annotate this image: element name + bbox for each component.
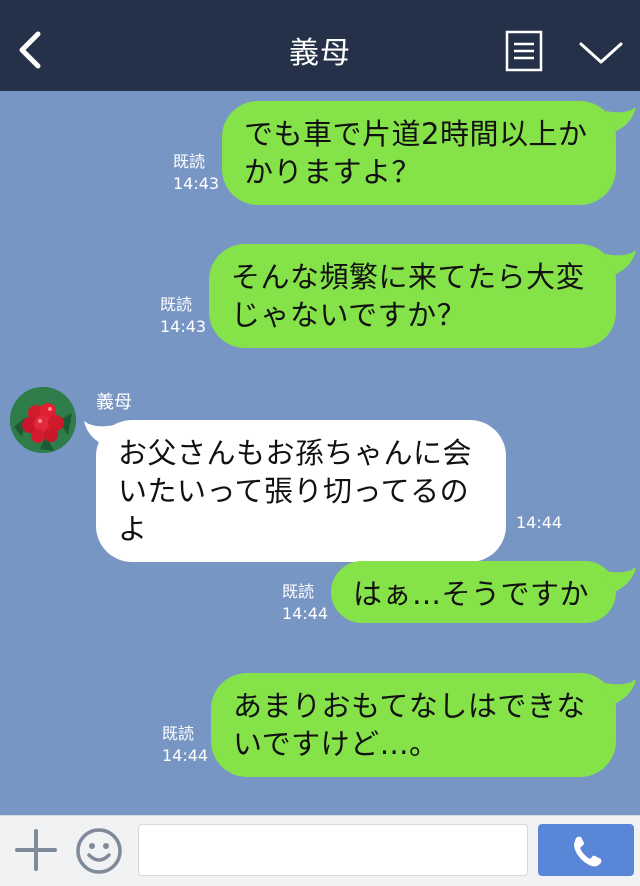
chevron-down-icon[interactable] — [578, 38, 624, 68]
bubble-tail — [606, 679, 636, 705]
phone-icon — [574, 836, 602, 867]
message-composer — [0, 815, 640, 886]
incoming-message-bubble[interactable]: お父さんもお孫ちゃんに会いたいって張り切ってるのよ — [96, 420, 506, 562]
avatar[interactable] — [10, 387, 76, 453]
read-receipt: 既読 — [160, 295, 193, 314]
message-time: 14:44 — [162, 746, 209, 765]
outgoing-message-bubble[interactable]: そんな頻繁に来てたら大変じゃないですか？ — [209, 244, 616, 348]
message-input[interactable] — [138, 824, 528, 876]
call-button[interactable] — [538, 824, 634, 876]
message-time: 14:43 — [173, 174, 220, 193]
menu-list-icon[interactable] — [505, 30, 543, 72]
outgoing-message-bubble[interactable]: はぁ…そうですか — [331, 561, 616, 623]
chat-header: 義母 — [0, 0, 640, 91]
message-time: 14:44 — [516, 513, 563, 532]
smiley-icon[interactable] — [74, 826, 124, 876]
outgoing-message-bubble[interactable]: あまりおもてなしはできないですけど…。 — [211, 673, 616, 777]
outgoing-message-bubble[interactable]: でも車で片道2時間以上かかりますよ？ — [222, 101, 616, 205]
bubble-tail — [606, 567, 636, 593]
message-meta: 既読 14:43 — [160, 294, 206, 338]
bubble-tail — [606, 250, 636, 276]
holly-berries-avatar-icon — [10, 387, 76, 453]
bubble-tail — [606, 107, 636, 133]
message-meta: 既読 14:43 — [173, 151, 219, 195]
read-receipt: 既読 — [173, 152, 206, 171]
sender-name: 義母 — [96, 392, 132, 413]
message-time: 14:43 — [160, 317, 207, 336]
message-time: 14:44 — [282, 604, 329, 623]
plus-icon[interactable] — [14, 828, 58, 872]
read-receipt: 既読 — [162, 724, 195, 743]
message-list[interactable]: 既読 14:43 でも車で片道2時間以上かかりますよ？ 既読 14:43 そんな… — [0, 91, 640, 815]
message-meta: 既読 14:44 — [282, 581, 328, 625]
message-meta: 既読 14:44 — [162, 723, 208, 767]
chat-title: 義母 — [289, 36, 351, 71]
read-receipt: 既読 — [282, 582, 315, 601]
